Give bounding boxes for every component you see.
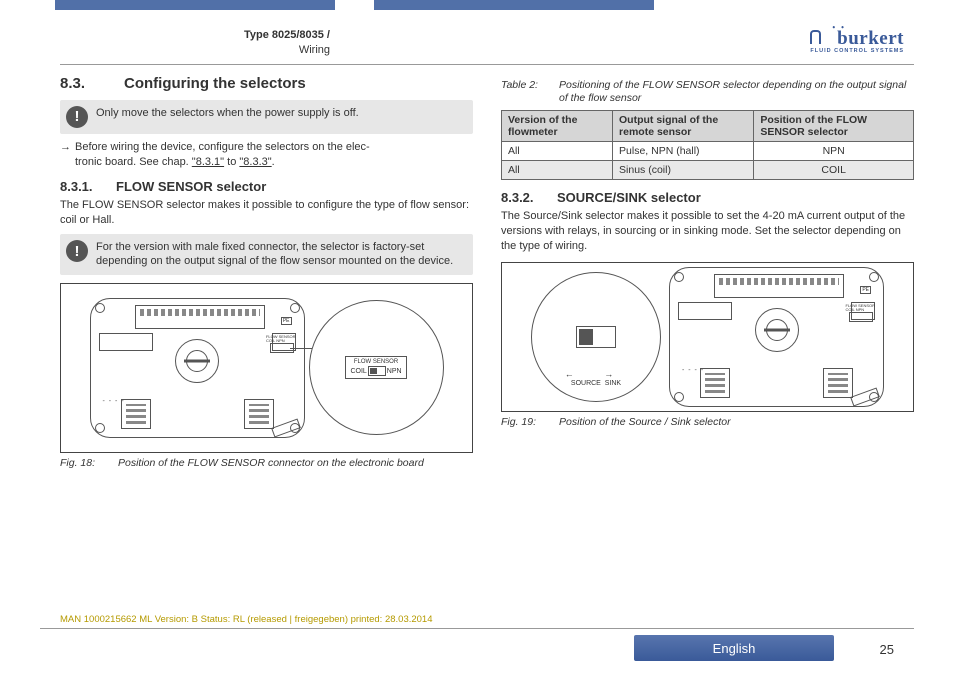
- selector-switch-icon: [576, 326, 616, 348]
- brand-logo: • •burkert FLUID CONTROL SYSTEMS: [810, 28, 904, 54]
- doc-section: Wiring: [70, 43, 330, 58]
- table-header: Output signal of the remote sensor: [613, 110, 754, 141]
- warning-note: ! Only move the selectors when the power…: [60, 100, 473, 134]
- body-paragraph: The FLOW SENSOR selector makes it possib…: [60, 198, 473, 228]
- right-column: Table 2: Positioning of the FLOW SENSOR …: [501, 75, 914, 471]
- figure-18: PE FLOW SENSORCOIL NPN - - - - FLOW SENS…: [60, 283, 473, 453]
- table-2: Version of the flowmeter Output signal o…: [501, 110, 914, 180]
- page-header: Type 8025/8035 / Wiring • •burkert FLUID…: [60, 28, 914, 58]
- table-cell: All: [502, 141, 613, 160]
- subsection-heading: 8.3.1. FLOW SENSOR selector: [60, 179, 473, 194]
- top-tabs: [0, 0, 954, 14]
- warning-note: ! For the version with male fixed connec…: [60, 234, 473, 275]
- subsection-heading: 8.3.2. SOURCE/SINK selector: [501, 190, 914, 205]
- exclamation-icon: !: [66, 106, 88, 128]
- table-header: Version of the flowmeter: [502, 110, 613, 141]
- exclamation-icon: !: [66, 240, 88, 262]
- body-paragraph: The Source/Sink selector makes it possib…: [501, 209, 914, 254]
- figure-caption: Fig. 19: Position of the Source / Sink s…: [501, 416, 914, 430]
- footer-rule: [40, 628, 914, 629]
- table-cell: COIL: [754, 160, 914, 179]
- board-schematic: PE FLOW SENSORCOIL NPN - - - -: [90, 298, 305, 438]
- source-sink-zoom: ← → SOURCE SINK: [531, 272, 661, 402]
- language-badge: English: [634, 635, 834, 661]
- flow-sensor-zoom: FLOW SENSOR COIL NPN: [309, 300, 444, 435]
- page-number: 25: [880, 642, 894, 657]
- instruction-paragraph: → Before wiring the device, configure th…: [60, 140, 473, 170]
- section-heading: 8.3. Configuring the selectors: [60, 75, 473, 92]
- left-column: 8.3. Configuring the selectors ! Only mo…: [60, 75, 473, 471]
- table-cell: All: [502, 160, 613, 179]
- figure-19: ← → SOURCE SINK PE FLOW SENSORCOIL NPN -…: [501, 262, 914, 412]
- xref-link[interactable]: "8.3.3": [239, 156, 271, 168]
- board-schematic: PE FLOW SENSORCOIL NPN - - - -: [669, 267, 884, 407]
- table-caption: Table 2: Positioning of the FLOW SENSOR …: [501, 79, 914, 106]
- figure-caption: Fig. 18: Position of the FLOW SENSOR con…: [60, 457, 473, 471]
- doc-type: Type 8025/8035 /: [70, 28, 330, 43]
- table-cell: Pulse, NPN (hall): [613, 141, 754, 160]
- table-header: Position of the FLOW SENSOR selector: [754, 110, 914, 141]
- xref-link[interactable]: "8.3.1": [192, 156, 224, 168]
- table-cell: Sinus (coil): [613, 160, 754, 179]
- header-rule: [60, 64, 914, 65]
- table-cell: NPN: [754, 141, 914, 160]
- footer-metadata: MAN 1000215662 ML Version: B Status: RL …: [60, 614, 433, 625]
- selector-switch-icon: [368, 366, 386, 376]
